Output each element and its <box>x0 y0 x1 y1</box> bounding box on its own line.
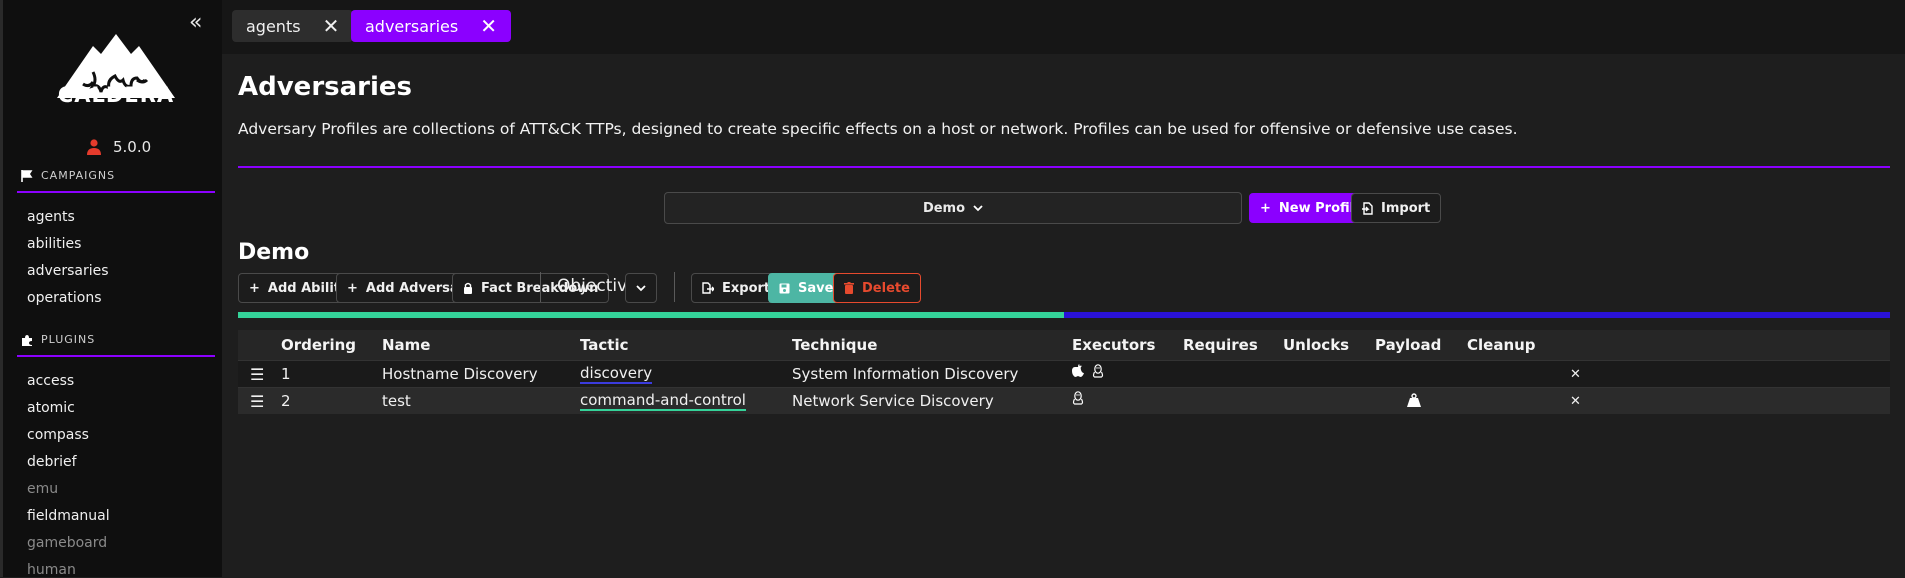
sidebar-item-abilities[interactable]: abilities <box>27 236 81 252</box>
page-description: Adversary Profiles are collections of AT… <box>238 120 1518 138</box>
sidebar: « CALDERA 5.0.0 CAMPAIGNS agents abiliti… <box>0 0 222 578</box>
file-import-icon <box>1362 201 1373 215</box>
file-export-icon <box>702 282 714 294</box>
tab-bar: agents ✕ adversaries ✕ <box>222 0 1905 54</box>
tab-agents[interactable]: agents ✕ <box>232 10 354 42</box>
profile-name: Demo <box>238 240 310 265</box>
sidebar-item-agents[interactable]: agents <box>27 209 75 225</box>
campaigns-section-title: CAMPAIGNS <box>21 169 215 182</box>
objective-select[interactable] <box>625 273 657 303</box>
header-name: Name <box>382 336 431 354</box>
tab-adversaries-label: adversaries <box>365 16 459 36</box>
campaigns-title: CAMPAIGNS <box>41 169 116 182</box>
puzzle-icon <box>22 334 32 346</box>
close-icon[interactable]: ✕ <box>480 16 497 36</box>
header-requires: Requires <box>1183 336 1258 354</box>
header-technique: Technique <box>792 336 878 354</box>
remove-row-icon[interactable]: ✕ <box>1570 367 1581 382</box>
plugins-section-title: PLUGINS <box>21 333 215 346</box>
plugins-divider <box>17 355 215 357</box>
tab-agents-label: agents <box>246 16 301 36</box>
chevron-down-icon <box>636 284 646 291</box>
table-header: Ordering Name Tactic Technique Executors… <box>238 330 1890 360</box>
weight-icon <box>1407 393 1421 407</box>
row-name: Hostname Discovery <box>382 365 538 383</box>
profile-select[interactable]: Demo <box>664 192 1242 224</box>
toolbar-separator <box>674 272 675 302</box>
save-icon <box>779 283 790 293</box>
sidebar-item-gameboard[interactable]: gameboard <box>27 535 107 551</box>
collapse-sidebar-icon[interactable]: « <box>189 10 202 35</box>
header-payload: Payload <box>1375 336 1442 354</box>
row-ordering: 1 <box>281 365 291 383</box>
user-icon <box>87 139 101 155</box>
sidebar-item-adversaries[interactable]: adversaries <box>27 263 109 279</box>
sidebar-item-atomic[interactable]: atomic <box>27 400 75 416</box>
import-label: Import <box>1381 200 1431 216</box>
close-icon[interactable]: ✕ <box>323 16 340 36</box>
version-info: 5.0.0 <box>87 138 151 156</box>
campaigns-divider <box>17 191 215 193</box>
payload-icon <box>1407 393 1421 411</box>
export-label: Export <box>722 280 771 296</box>
header-cleanup: Cleanup <box>1467 336 1536 354</box>
plus-icon: + <box>347 280 358 296</box>
page-title: Adversaries <box>238 72 413 102</box>
header-tactic: Tactic <box>580 336 629 354</box>
row-name: test <box>382 392 411 410</box>
sidebar-item-compass[interactable]: compass <box>27 427 89 443</box>
row-tactic[interactable]: command-and-control <box>580 391 746 411</box>
remove-row-icon[interactable]: ✕ <box>1570 394 1581 409</box>
header-executors: Executors <box>1072 336 1156 354</box>
sidebar-item-access[interactable]: access <box>27 373 74 389</box>
header-unlocks: Unlocks <box>1283 336 1350 354</box>
toolbar-separator <box>540 272 541 302</box>
main-content: Adversaries Adversary Profiles are colle… <box>222 54 1905 577</box>
table-row[interactable]: ☰ 1 Hostname Discovery discovery System … <box>238 360 1890 387</box>
row-ordering: 2 <box>281 392 291 410</box>
row-tactic[interactable]: discovery <box>580 364 653 384</box>
lock-icon <box>464 282 472 294</box>
table-row[interactable]: ☰ 2 test command-and-control Network Ser… <box>238 387 1890 414</box>
profile-select-value: Demo <box>922 200 966 216</box>
delete-label: Delete <box>862 280 910 296</box>
delete-button[interactable]: Delete <box>833 273 921 303</box>
abilities-table: Ordering Name Tactic Technique Executors… <box>238 330 1890 414</box>
row-technique: Network Service Discovery <box>792 392 994 410</box>
logo-text: CALDERA <box>57 83 175 107</box>
plus-icon: + <box>1260 200 1271 216</box>
sidebar-item-debrief[interactable]: debrief <box>27 454 77 470</box>
header-ordering: Ordering <box>281 336 357 354</box>
progress-fill <box>238 312 1064 318</box>
plus-icon: + <box>249 280 260 296</box>
drag-handle-icon[interactable]: ☰ <box>250 365 264 384</box>
linux-icon <box>1072 391 1084 405</box>
row-executors <box>1072 364 1104 378</box>
apple-icon <box>1072 364 1084 377</box>
sidebar-item-emu[interactable]: emu <box>27 481 58 497</box>
drag-handle-icon[interactable]: ☰ <box>250 392 264 411</box>
trash-icon <box>844 282 854 294</box>
flag-icon <box>21 169 33 182</box>
sidebar-item-human[interactable]: human <box>27 562 76 578</box>
progress-bar <box>238 312 1890 318</box>
version-label: 5.0.0 <box>113 138 152 156</box>
linux-icon <box>1092 364 1104 378</box>
tab-adversaries[interactable]: adversaries ✕ <box>351 10 511 42</box>
row-executors <box>1072 391 1084 409</box>
chevron-down-icon <box>973 204 983 211</box>
sidebar-item-fieldmanual[interactable]: fieldmanual <box>27 508 110 524</box>
divider <box>238 166 1890 168</box>
save-label: Save <box>798 280 834 296</box>
row-technique: System Information Discovery <box>792 365 1019 383</box>
plugins-title: PLUGINS <box>41 333 96 346</box>
import-button[interactable]: Import <box>1351 193 1442 223</box>
sidebar-item-operations[interactable]: operations <box>27 290 102 306</box>
